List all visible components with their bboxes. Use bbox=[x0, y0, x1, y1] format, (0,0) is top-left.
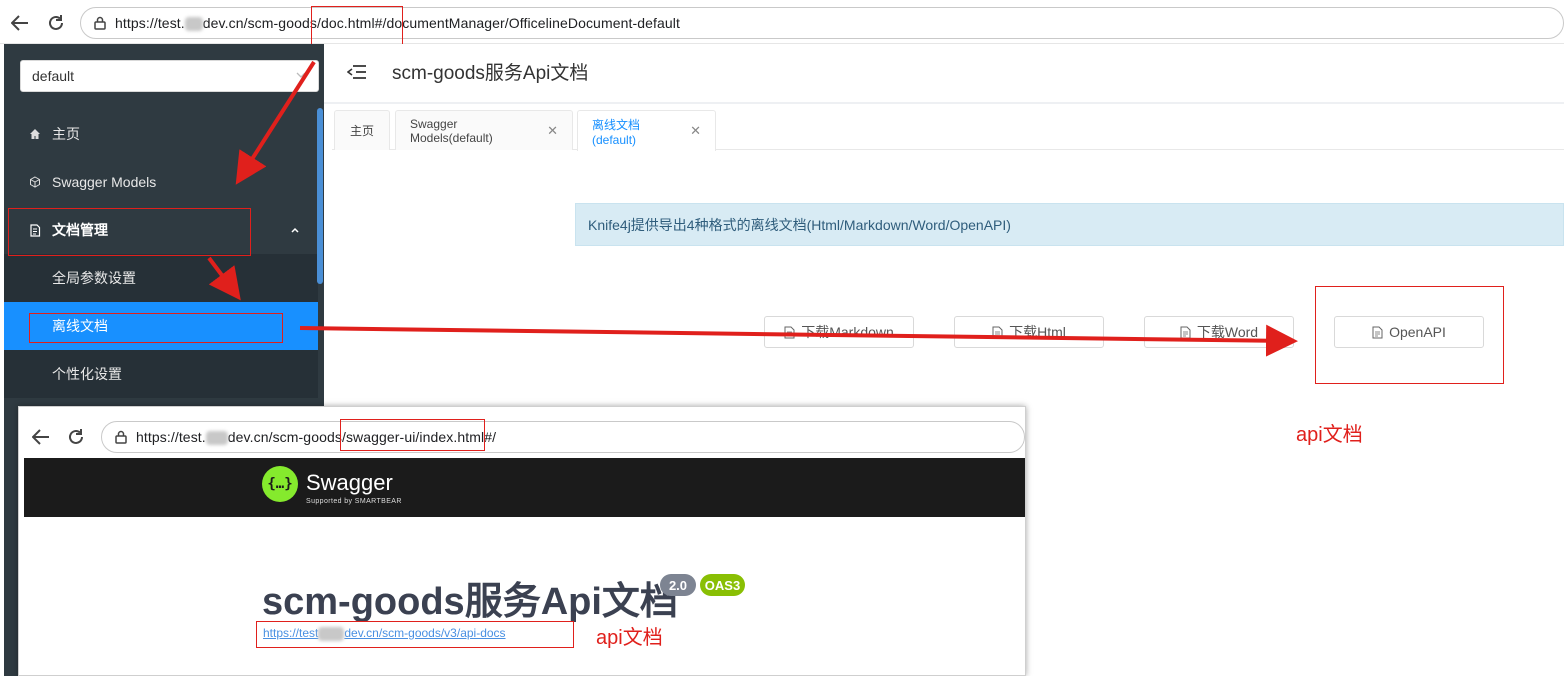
chevron-down-icon bbox=[296, 72, 306, 78]
tab-label: Swagger Models(default) bbox=[410, 116, 493, 145]
close-icon[interactable]: ✕ bbox=[690, 123, 701, 139]
annotation-box-offline-docs bbox=[29, 313, 283, 343]
file-icon bbox=[1180, 326, 1191, 338]
cube-icon bbox=[28, 175, 42, 189]
sidebar-item-global-params[interactable]: 全局参数设置 bbox=[4, 254, 318, 302]
annotation-label-api-doc: api文档 bbox=[1296, 424, 1363, 446]
info-alert: Knife4j提供导出4种格式的离线文档(Html/Markdown/Word/… bbox=[575, 203, 1564, 246]
redacted-blur bbox=[205, 431, 228, 446]
sidebar-item-personalization[interactable]: 个性化设置 bbox=[4, 350, 318, 398]
sidebar-item-label: 全局参数设置 bbox=[52, 270, 136, 286]
sidebar-item-label: 个性化设置 bbox=[52, 366, 122, 382]
file-icon bbox=[784, 326, 795, 338]
page-title: scm-goods服务Api文档 bbox=[392, 63, 589, 84]
tab-offline-docs[interactable]: 离线文档(default) ✕ bbox=[577, 110, 716, 151]
group-select[interactable]: default bbox=[20, 60, 319, 92]
tab-label: 离线文档(default) bbox=[592, 117, 641, 147]
sidebar-scrollbar[interactable] bbox=[317, 108, 323, 284]
download-markdown-button[interactable]: 下载Markdown bbox=[764, 316, 914, 348]
close-icon[interactable]: ✕ bbox=[547, 123, 558, 139]
address-bar[interactable]: https://test. dev.cn/scm-goods/doc.html#/… bbox=[80, 7, 1564, 39]
swagger-brand: Swagger bbox=[306, 470, 393, 495]
inset-address-bar[interactable]: https://test. dev.cn/scm-goods/swagger-ui… bbox=[101, 421, 1025, 453]
download-word-button[interactable]: 下载Word bbox=[1144, 316, 1294, 348]
annotation-label-api-doc-inset: api文档 bbox=[596, 627, 663, 649]
annotation-box-swagger-url bbox=[340, 419, 485, 451]
sidebar-item-home[interactable]: 主页 bbox=[4, 110, 318, 158]
redacted-blur bbox=[184, 17, 203, 32]
swagger-api-title: scm-goods服务Api文档 bbox=[262, 581, 678, 623]
url-main: dev.cn/scm-goods/doc.html#/documentManag… bbox=[202, 14, 680, 31]
button-label: 下载Word bbox=[1196, 324, 1259, 340]
sidebar-item-label: Swagger Models bbox=[52, 174, 157, 190]
button-label: 下载Markdown bbox=[801, 324, 894, 340]
browser-toolbar: https://test. dev.cn/scm-goods/doc.html#/… bbox=[0, 0, 1564, 44]
swagger-logo-icon: {…} bbox=[262, 466, 298, 502]
oas-badge: OAS3 bbox=[700, 574, 745, 596]
swagger-brand-sub: Supported by SMARTBEAR bbox=[306, 498, 402, 505]
swagger-topbar bbox=[24, 458, 1025, 517]
download-html-button[interactable]: 下载Html bbox=[954, 316, 1104, 348]
annotation-box-url bbox=[311, 6, 403, 47]
group-select-value: default bbox=[32, 68, 75, 84]
chevron-up-icon bbox=[291, 227, 299, 233]
tab-swagger-models[interactable]: Swagger Models(default) ✕ bbox=[395, 110, 573, 150]
reload-icon[interactable] bbox=[65, 426, 87, 448]
lock-icon bbox=[115, 430, 127, 444]
back-arrow-icon[interactable] bbox=[9, 12, 31, 34]
sidebar-item-swagger-models[interactable]: Swagger Models bbox=[4, 158, 318, 206]
swagger-description-cut bbox=[262, 664, 422, 676]
tab-label: 主页 bbox=[349, 124, 374, 138]
file-icon bbox=[992, 326, 1003, 338]
annotation-box-openapi bbox=[1315, 286, 1504, 384]
home-icon bbox=[28, 127, 42, 141]
button-label: 下载Html bbox=[1009, 324, 1066, 340]
annotation-box-api-link bbox=[256, 621, 574, 648]
back-arrow-icon[interactable] bbox=[30, 426, 52, 448]
url-prefix: https://test. bbox=[136, 428, 206, 445]
lock-icon bbox=[94, 16, 106, 30]
url-prefix: https://test. bbox=[115, 14, 185, 31]
reload-icon[interactable] bbox=[45, 12, 67, 34]
version-badge: 2.0 bbox=[660, 574, 696, 596]
sidebar-item-label: 主页 bbox=[52, 126, 80, 142]
annotation-box-doc-manager bbox=[8, 208, 251, 256]
tab-home[interactable]: 主页 bbox=[334, 110, 390, 150]
menu-fold-icon[interactable] bbox=[346, 64, 367, 85]
